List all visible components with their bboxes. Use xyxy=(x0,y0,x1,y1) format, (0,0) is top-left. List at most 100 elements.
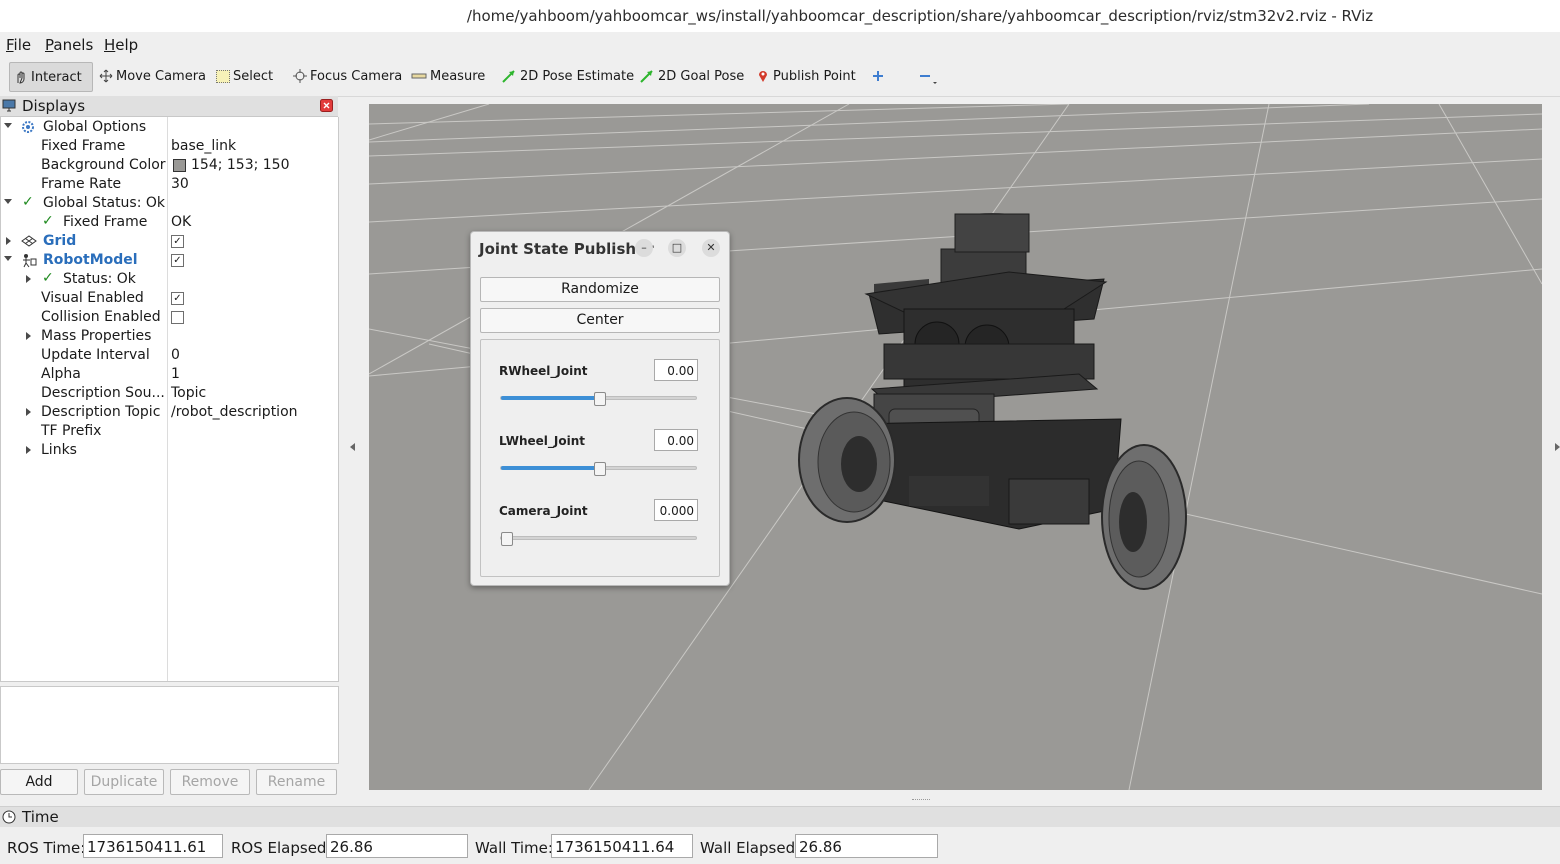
row-value[interactable]: 1 xyxy=(171,366,180,382)
expand-arrow-icon[interactable] xyxy=(4,123,12,128)
tree-row-links[interactable]: Links xyxy=(1,441,338,460)
grid-icon xyxy=(21,235,37,251)
splitter-handle[interactable] xyxy=(912,799,930,803)
jsp-title: Joint State Publisher xyxy=(479,240,654,258)
slider-handle[interactable] xyxy=(593,462,606,476)
select-tool-button[interactable]: Select xyxy=(216,62,273,90)
displays-panel-header: Displays xyxy=(0,96,338,117)
tree-row-frame-rate[interactable]: Frame Rate 30 xyxy=(1,175,338,194)
wall-elapsed-label: Wall Elapsed: xyxy=(700,839,801,857)
slider-fill xyxy=(501,396,600,400)
column-divider[interactable] xyxy=(167,117,168,681)
duplicate-display-button[interactable]: Duplicate xyxy=(84,769,164,795)
joint-slider[interactable] xyxy=(500,462,697,476)
window-title: /home/yahboom/yahboomcar_ws/install/yahb… xyxy=(466,7,1374,25)
joint-state-publisher-window[interactable]: Joint State Publisher – □ ✕ Randomize Ce… xyxy=(470,231,730,586)
joint-value-field[interactable]: 0.00 xyxy=(654,359,698,381)
expand-arrow-icon[interactable] xyxy=(26,332,31,340)
tree-row-background-color[interactable]: Background Color 154; 153; 150 xyxy=(1,156,338,175)
row-value[interactable]: base_link xyxy=(171,138,236,154)
minimize-icon[interactable]: – xyxy=(635,239,653,257)
close-icon[interactable]: ✕ xyxy=(702,239,720,257)
select-label: Select xyxy=(233,68,274,84)
row-label: Global Options xyxy=(43,119,147,135)
tree-row-robot-status[interactable]: ✓ Status: Ok xyxy=(1,270,338,289)
collapse-left-icon[interactable] xyxy=(350,443,355,451)
tree-row-mass-properties[interactable]: Mass Properties xyxy=(1,327,338,346)
menu-file[interactable]: File xyxy=(6,36,31,54)
expand-arrow-icon[interactable] xyxy=(26,446,31,454)
collapse-right-icon[interactable] xyxy=(1555,443,1560,451)
goal-pose-label: 2D Goal Pose xyxy=(658,68,745,84)
monitor-icon xyxy=(2,99,16,112)
joint-label: Camera_Joint xyxy=(499,504,588,518)
measure-tool-button[interactable]: Measure xyxy=(411,62,485,90)
joint-value-field[interactable]: 0.00 xyxy=(654,429,698,451)
row-value[interactable]: 154; 153; 150 xyxy=(191,157,290,173)
visual-enabled-checkbox[interactable]: ✓ xyxy=(171,292,184,305)
tree-row-description-topic[interactable]: Description Topic /robot_description xyxy=(1,403,338,422)
tree-row-collision-enabled[interactable]: Collision Enabled xyxy=(1,308,338,327)
property-description-area xyxy=(0,686,339,764)
menu-help[interactable]: Help xyxy=(104,36,138,54)
wall-elapsed-field[interactable]: 26.86 xyxy=(795,834,938,858)
row-value[interactable]: 0 xyxy=(171,347,180,363)
move-arrows-icon xyxy=(99,69,113,83)
close-panel-icon[interactable] xyxy=(320,99,333,112)
maximize-icon[interactable]: □ xyxy=(668,239,686,257)
expand-arrow-icon[interactable] xyxy=(4,199,12,204)
tree-row-update-interval[interactable]: Update Interval 0 xyxy=(1,346,338,365)
ros-time-label: ROS Time: xyxy=(7,839,86,857)
tree-row-global-options[interactable]: Global Options xyxy=(1,118,338,137)
row-label: Status: Ok xyxy=(63,271,136,287)
tree-row-grid[interactable]: Grid ✓ xyxy=(1,232,338,251)
joint-value-field[interactable]: 0.000 xyxy=(654,499,698,521)
menu-panels[interactable]: Panels xyxy=(45,36,93,54)
tree-row-alpha[interactable]: Alpha 1 xyxy=(1,365,338,384)
ros-elapsed-field[interactable]: 26.86 xyxy=(326,834,468,858)
slider-handle[interactable] xyxy=(501,532,513,546)
joint-slider[interactable] xyxy=(500,532,697,546)
publish-point-tool-button[interactable]: Publish Point xyxy=(756,62,856,90)
tree-row-description-source[interactable]: Description Sou... Topic xyxy=(1,384,338,403)
ruler-icon xyxy=(411,69,427,83)
rename-display-button[interactable]: Rename xyxy=(256,769,337,795)
expand-arrow-icon[interactable] xyxy=(26,408,31,416)
tree-row-status-fixed-frame[interactable]: ✓ Fixed Frame OK xyxy=(1,213,338,232)
move-camera-tool-button[interactable]: Move Camera xyxy=(99,62,206,90)
interact-tool-button[interactable]: Interact xyxy=(9,62,93,92)
remove-tool-button[interactable] xyxy=(918,62,941,90)
tree-row-visual-enabled[interactable]: Visual Enabled ✓ xyxy=(1,289,338,308)
tree-row-tf-prefix[interactable]: TF Prefix xyxy=(1,422,338,441)
clock-icon xyxy=(2,810,16,828)
remove-display-button[interactable]: Remove xyxy=(170,769,250,795)
expand-arrow-icon[interactable] xyxy=(6,237,11,245)
row-value[interactable]: /robot_description xyxy=(171,404,298,420)
grid-enable-checkbox[interactable]: ✓ xyxy=(171,235,184,248)
add-tool-button[interactable] xyxy=(871,62,888,90)
focus-camera-tool-button[interactable]: Focus Camera xyxy=(293,62,402,90)
row-value[interactable]: 30 xyxy=(171,176,189,192)
randomize-button[interactable]: Randomize xyxy=(480,277,720,302)
collision-enabled-checkbox[interactable] xyxy=(171,311,184,324)
center-button[interactable]: Center xyxy=(480,308,720,333)
ros-time-field[interactable]: 1736150411.61 xyxy=(83,834,223,858)
wall-time-field[interactable]: 1736150411.64 xyxy=(551,834,693,858)
tree-row-robotmodel[interactable]: RobotModel ✓ xyxy=(1,251,338,270)
joint-slider[interactable] xyxy=(500,392,697,406)
expand-arrow-icon[interactable] xyxy=(26,275,31,283)
slider-handle[interactable] xyxy=(593,392,606,406)
expand-arrow-icon[interactable] xyxy=(4,256,12,261)
robotmodel-enable-checkbox[interactable]: ✓ xyxy=(171,254,184,267)
goal-pose-tool-button[interactable]: 2D Goal Pose xyxy=(639,62,744,90)
tree-row-fixed-frame[interactable]: Fixed Frame base_link xyxy=(1,137,338,156)
row-label: Global Status: Ok xyxy=(43,195,166,211)
tree-row-global-status[interactable]: ✓ Global Status: Ok xyxy=(1,194,338,213)
color-swatch[interactable] xyxy=(173,159,186,172)
minus-icon xyxy=(918,69,938,84)
add-display-button[interactable]: Add xyxy=(0,769,78,795)
pose-estimate-tool-button[interactable]: 2D Pose Estimate xyxy=(501,62,634,90)
window-titlebar: /home/yahboom/yahboomcar_ws/install/yahb… xyxy=(0,0,1560,32)
row-value[interactable]: Topic xyxy=(171,385,206,401)
row-label: TF Prefix xyxy=(41,423,102,439)
